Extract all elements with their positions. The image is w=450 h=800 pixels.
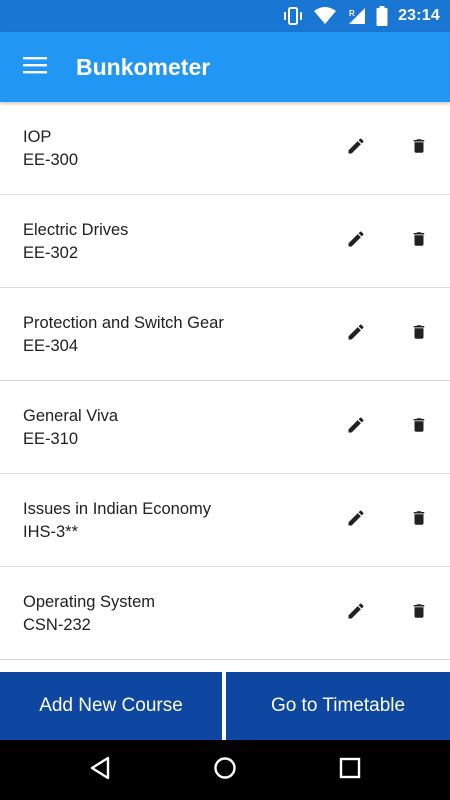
pencil-icon: [346, 415, 366, 440]
app-title: Bunkometer: [76, 54, 211, 80]
delete-button[interactable]: [405, 227, 433, 255]
status-time: 23:14: [398, 7, 440, 24]
trash-icon: [410, 601, 428, 626]
back-icon: [89, 756, 111, 785]
pencil-icon: [346, 322, 366, 347]
edit-button[interactable]: [342, 506, 370, 534]
svg-text:R: R: [349, 9, 355, 18]
wifi-icon: [314, 7, 337, 25]
home-icon: [213, 756, 237, 785]
edit-button[interactable]: [342, 320, 370, 348]
course-item[interactable]: General Viva EE-310: [0, 381, 450, 474]
course-code: EE-310: [23, 430, 79, 448]
delete-button[interactable]: [405, 599, 433, 627]
hamburger-menu-icon: [23, 56, 47, 79]
course-name: IOP: [23, 128, 52, 146]
course-list: IOP EE-300 Electric Drives EE-302 Protec…: [0, 102, 450, 672]
pencil-icon: [346, 229, 366, 254]
recents-icon: [339, 757, 361, 784]
signal-roaming-icon: R: [346, 7, 366, 25]
course-text: IOP EE-300: [23, 126, 78, 172]
pencil-icon: [346, 136, 366, 161]
trash-icon: [410, 508, 428, 533]
course-text: Issues in Indian Economy IHS-3**: [23, 498, 211, 544]
battery-icon: [376, 6, 388, 26]
course-code: EE-302: [23, 244, 79, 262]
navigation-bar: [0, 740, 450, 800]
course-item[interactable]: Protection and Switch Gear EE-304: [0, 288, 450, 381]
edit-button[interactable]: [342, 599, 370, 627]
course-item[interactable]: Issues in Indian Economy IHS-3**: [0, 474, 450, 567]
vibrate-icon: [282, 7, 304, 25]
back-button[interactable]: [70, 740, 130, 800]
delete-button[interactable]: [405, 134, 433, 162]
course-item[interactable]: IOP EE-300: [0, 102, 450, 195]
bottom-actions: Add New Course Go to Timetable: [0, 672, 450, 740]
delete-button[interactable]: [405, 506, 433, 534]
course-item[interactable]: Electric Drives EE-302: [0, 195, 450, 288]
app-bar: Bunkometer: [0, 32, 450, 102]
trash-icon: [410, 322, 428, 347]
delete-button[interactable]: [405, 320, 433, 348]
pencil-icon: [346, 601, 366, 626]
menu-button[interactable]: [14, 46, 56, 88]
course-name: Protection and Switch Gear: [23, 314, 224, 332]
status-icons: R 23:14: [282, 0, 440, 32]
edit-button[interactable]: [342, 134, 370, 162]
add-new-course-button[interactable]: Add New Course: [0, 672, 222, 740]
home-button[interactable]: [195, 740, 255, 800]
course-text: Protection and Switch Gear EE-304: [23, 312, 224, 358]
course-code: EE-304: [23, 337, 79, 355]
recents-button[interactable]: [320, 740, 380, 800]
course-item[interactable]: Operating System CSN-232: [0, 567, 450, 660]
pencil-icon: [346, 508, 366, 533]
course-name: General Viva: [23, 407, 119, 425]
course-name: Issues in Indian Economy: [23, 500, 212, 518]
go-to-timetable-button[interactable]: Go to Timetable: [226, 672, 450, 740]
status-bar: R 23:14: [0, 0, 450, 32]
edit-button[interactable]: [342, 413, 370, 441]
course-text: Operating System CSN-232: [23, 591, 155, 637]
trash-icon: [410, 136, 428, 161]
course-name: Operating System: [23, 593, 156, 611]
course-code: CSN-232: [23, 616, 91, 634]
course-text: Electric Drives EE-302: [23, 219, 128, 265]
course-text: General Viva EE-310: [23, 405, 118, 451]
delete-button[interactable]: [405, 413, 433, 441]
course-code: EE-300: [23, 151, 79, 169]
trash-icon: [410, 415, 428, 440]
course-name: Electric Drives: [23, 221, 129, 239]
edit-button[interactable]: [342, 227, 370, 255]
course-code: IHS-3**: [23, 523, 79, 541]
trash-icon: [410, 229, 428, 254]
